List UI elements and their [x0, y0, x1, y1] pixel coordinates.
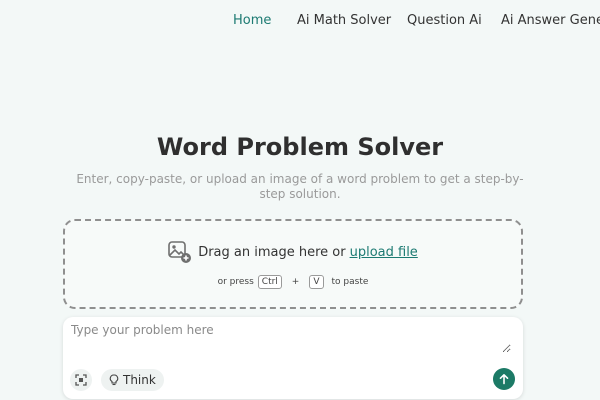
dropzone-prompt-row: Drag an image here or upload file — [65, 240, 521, 264]
upload-file-link[interactable]: upload file — [350, 245, 418, 260]
nav-item-ai-math-solver[interactable]: Ai Math Solver — [297, 13, 391, 28]
lightbulb-icon — [109, 374, 119, 386]
paste-hint-row: or press Ctrl + V to paste — [65, 275, 521, 289]
top-nav: Home Ai Math Solver Question Ai Ai Answe… — [0, 0, 600, 42]
problem-input[interactable] — [71, 323, 511, 353]
send-button[interactable] — [493, 368, 515, 390]
think-label: Think — [123, 373, 156, 387]
key-plus: + — [291, 277, 300, 287]
page-title: Word Problem Solver — [156, 133, 444, 161]
scan-icon — [75, 374, 87, 386]
paste-hint-suffix: to paste — [331, 277, 369, 287]
problem-input-card: Think — [63, 317, 523, 399]
arrow-up-icon — [499, 374, 509, 385]
page-subtitle: Enter, copy-paste, or upload an image of… — [76, 172, 524, 201]
v-key: V — [309, 275, 324, 289]
think-button[interactable]: Think — [101, 369, 164, 391]
dropzone-prompt-text: Drag an image here or — [198, 244, 346, 260]
nav-item-ai-answer-generator[interactable]: Ai Answer Generator — [501, 13, 600, 28]
ctrl-key: Ctrl — [257, 275, 282, 289]
scan-button[interactable] — [70, 369, 92, 391]
paste-hint-prefix: or press — [217, 277, 254, 287]
image-dropzone[interactable]: Drag an image here or upload file or pre… — [63, 219, 523, 309]
image-add-icon — [168, 241, 192, 263]
nav-item-home[interactable]: Home — [233, 13, 271, 28]
nav-item-question-ai[interactable]: Question Ai — [407, 13, 482, 28]
